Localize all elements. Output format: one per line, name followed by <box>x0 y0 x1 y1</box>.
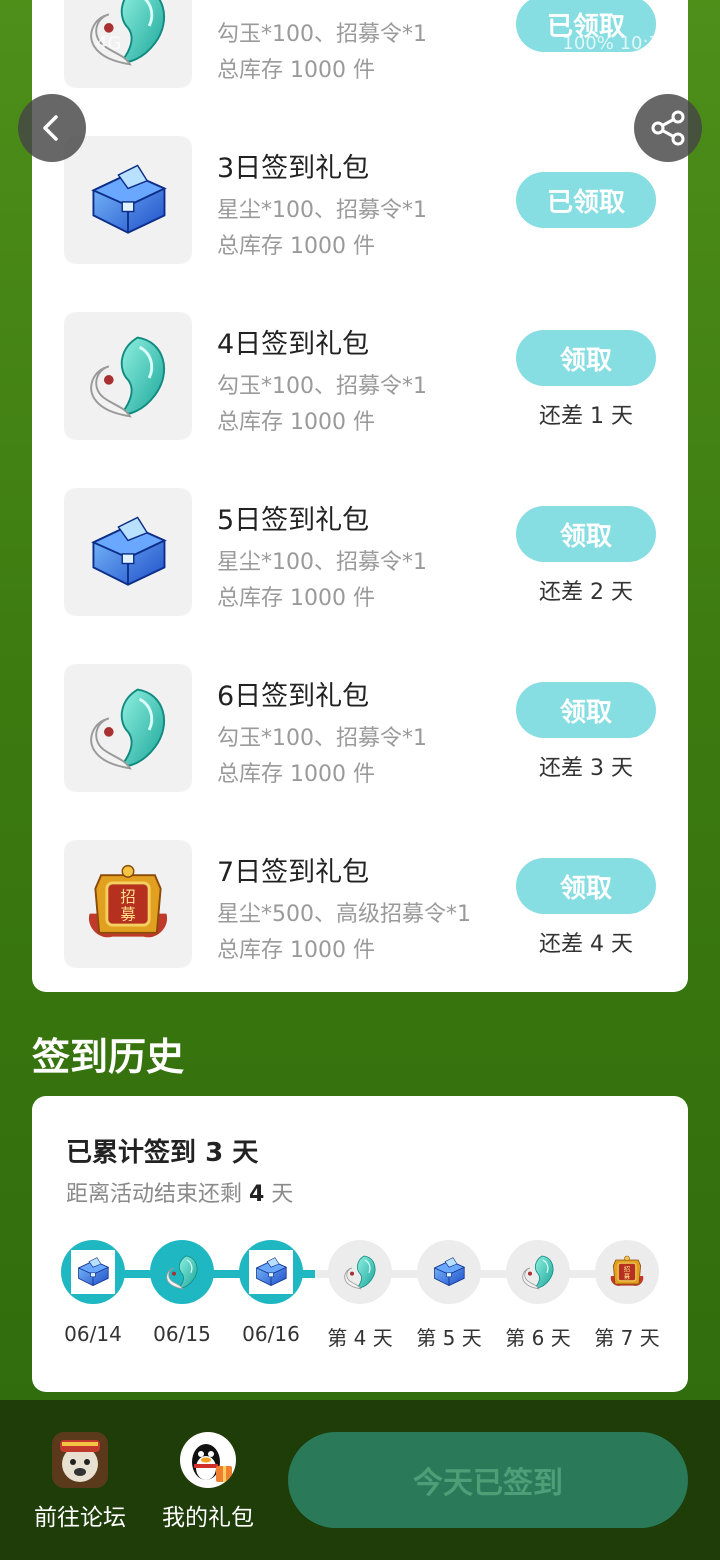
magatama-icon <box>518 1252 558 1292</box>
gift-thumb <box>64 840 192 968</box>
share-button[interactable] <box>634 94 702 162</box>
timeline-label: 06/15 <box>153 1322 211 1346</box>
blue-crystal-chest-icon <box>80 504 176 600</box>
gift-row-4: 4日签到礼包 勾玉*100、招募令*1 总库存 1000 件 领取 还差 1 天 <box>32 312 688 440</box>
timeline-node-7 <box>595 1240 659 1304</box>
premium-recruit-token-icon <box>607 1252 647 1292</box>
gift-row-3: 3日签到礼包 星尘*100、招募令*1 总库存 1000 件 已领取 <box>32 136 688 264</box>
game-app-icon <box>52 1432 108 1488</box>
timeline-label: 第 5 天 <box>416 1326 482 1350</box>
timeline-node-1 <box>61 1240 125 1304</box>
gift-thumb <box>64 136 192 264</box>
my-gifts-link[interactable]: 我的礼包 <box>153 1432 263 1532</box>
claim-button[interactable]: 领取 <box>516 506 656 562</box>
days-remaining: 还差 1 天 <box>539 404 633 429</box>
gift-desc: 星尘*500、高级招募令*1 <box>217 902 471 927</box>
gift-desc: 勾玉*100、招募令*1 <box>217 22 427 47</box>
gift-title: 7日签到礼包 <box>217 857 370 888</box>
blue-crystal-chest-icon <box>73 1252 113 1292</box>
gift-desc: 勾玉*100、招募令*1 <box>217 726 427 751</box>
gift-thumb <box>64 0 192 88</box>
claimed-button[interactable]: 已领取 <box>516 172 656 228</box>
claim-button[interactable]: 领取 <box>516 330 656 386</box>
gift-thumb <box>64 488 192 616</box>
timeline-label: 06/16 <box>242 1322 300 1346</box>
timeline-label: 06/14 <box>64 1322 122 1346</box>
timeline-node-3 <box>239 1240 303 1304</box>
event-remaining: 距离活动结束还剩 4 天 <box>66 1176 293 1208</box>
timeline-label: 第 6 天 <box>505 1326 571 1350</box>
gift-stock: 总库存 1000 件 <box>217 410 375 435</box>
magatama-icon <box>340 1252 380 1292</box>
magatama-icon <box>80 0 176 72</box>
gift-row-7: 7日签到礼包 星尘*500、高级招募令*1 总库存 1000 件 领取 还差 4… <box>32 840 688 968</box>
gift-title: 3日签到礼包 <box>217 153 370 184</box>
cumulative-suffix: 天 <box>223 1138 259 1168</box>
blue-crystal-chest-icon <box>429 1252 469 1292</box>
days-remaining: 还差 2 天 <box>539 580 633 605</box>
remaining-suffix: 天 <box>264 1182 294 1207</box>
magatama-icon <box>80 328 176 424</box>
blue-crystal-chest-icon <box>251 1252 291 1292</box>
gift-desc: 星尘*100、招募令*1 <box>217 550 427 575</box>
blue-crystal-chest-icon <box>80 152 176 248</box>
days-remaining: 还差 4 天 <box>539 932 633 957</box>
premium-recruit-token-icon <box>80 856 176 952</box>
share-icon <box>651 110 685 146</box>
gift-title: 6日签到礼包 <box>217 681 370 712</box>
remaining-prefix: 距离活动结束还剩 <box>66 1182 249 1207</box>
qq-penguin-icon <box>180 1432 236 1488</box>
claimed-button[interactable]: 已领取 <box>516 0 656 52</box>
gift-desc: 勾玉*100、招募令*1 <box>217 374 427 399</box>
back-button[interactable] <box>18 94 86 162</box>
magatama-icon <box>80 680 176 776</box>
gift-stock: 总库存 1000 件 <box>217 58 375 83</box>
gift-stock: 总库存 1000 件 <box>217 586 375 611</box>
cumulative-prefix: 已累计签到 <box>66 1138 206 1168</box>
remaining-days: 4 <box>249 1182 265 1207</box>
timeline-node-2 <box>150 1240 214 1304</box>
gift-row-5: 5日签到礼包 星尘*100、招募令*1 总库存 1000 件 领取 还差 2 天 <box>32 488 688 616</box>
claim-button[interactable]: 领取 <box>516 682 656 738</box>
section-title-checkin-history: 签到历史 <box>32 1035 185 1079</box>
forum-label: 前往论坛 <box>34 1505 126 1531</box>
gift-row-6: 6日签到礼包 勾玉*100、招募令*1 总库存 1000 件 领取 还差 3 天 <box>32 664 688 792</box>
gift-list-card: 勾玉*100、招募令*1 总库存 1000 件 已领取 3日签到礼包 星尘*10… <box>32 0 688 992</box>
timeline-node-5 <box>417 1240 481 1304</box>
cumulative-days: 3 <box>205 1138 224 1168</box>
gift-row-2: 勾玉*100、招募令*1 总库存 1000 件 已领取 <box>32 0 688 88</box>
magatama-icon <box>162 1252 202 1292</box>
checkin-timeline: 06/14 06/15 06/16 第 4 天 第 5 天 第 6 天 第 7 … <box>32 1236 688 1356</box>
timeline-node-6 <box>506 1240 570 1304</box>
forum-link[interactable]: 前往论坛 <box>25 1432 135 1532</box>
timeline-node-4 <box>328 1240 392 1304</box>
days-remaining: 还差 3 天 <box>539 756 633 781</box>
cumulative-checkin: 已累计签到 3 天 <box>66 1132 258 1169</box>
gift-desc: 星尘*100、招募令*1 <box>217 198 427 223</box>
gift-title: 4日签到礼包 <box>217 329 370 360</box>
claim-button[interactable]: 领取 <box>516 858 656 914</box>
gift-stock: 总库存 1000 件 <box>217 938 375 963</box>
timeline-label: 第 7 天 <box>594 1326 660 1350</box>
gift-stock: 总库存 1000 件 <box>217 762 375 787</box>
bottom-bar: 前往论坛 我的礼包 今天已签到 <box>0 1400 720 1560</box>
gift-thumb <box>64 664 192 792</box>
checked-in-today-button[interactable]: 今天已签到 <box>288 1432 688 1528</box>
chevron-left-icon <box>43 115 58 141</box>
gift-title: 5日签到礼包 <box>217 505 370 536</box>
my-gifts-label: 我的礼包 <box>162 1505 254 1531</box>
checkin-history-card: 已累计签到 3 天 距离活动结束还剩 4 天 06/14 06/15 06/16… <box>32 1096 688 1392</box>
timeline-label: 第 4 天 <box>327 1326 393 1350</box>
gift-stock: 总库存 1000 件 <box>217 234 375 259</box>
gift-thumb <box>64 312 192 440</box>
